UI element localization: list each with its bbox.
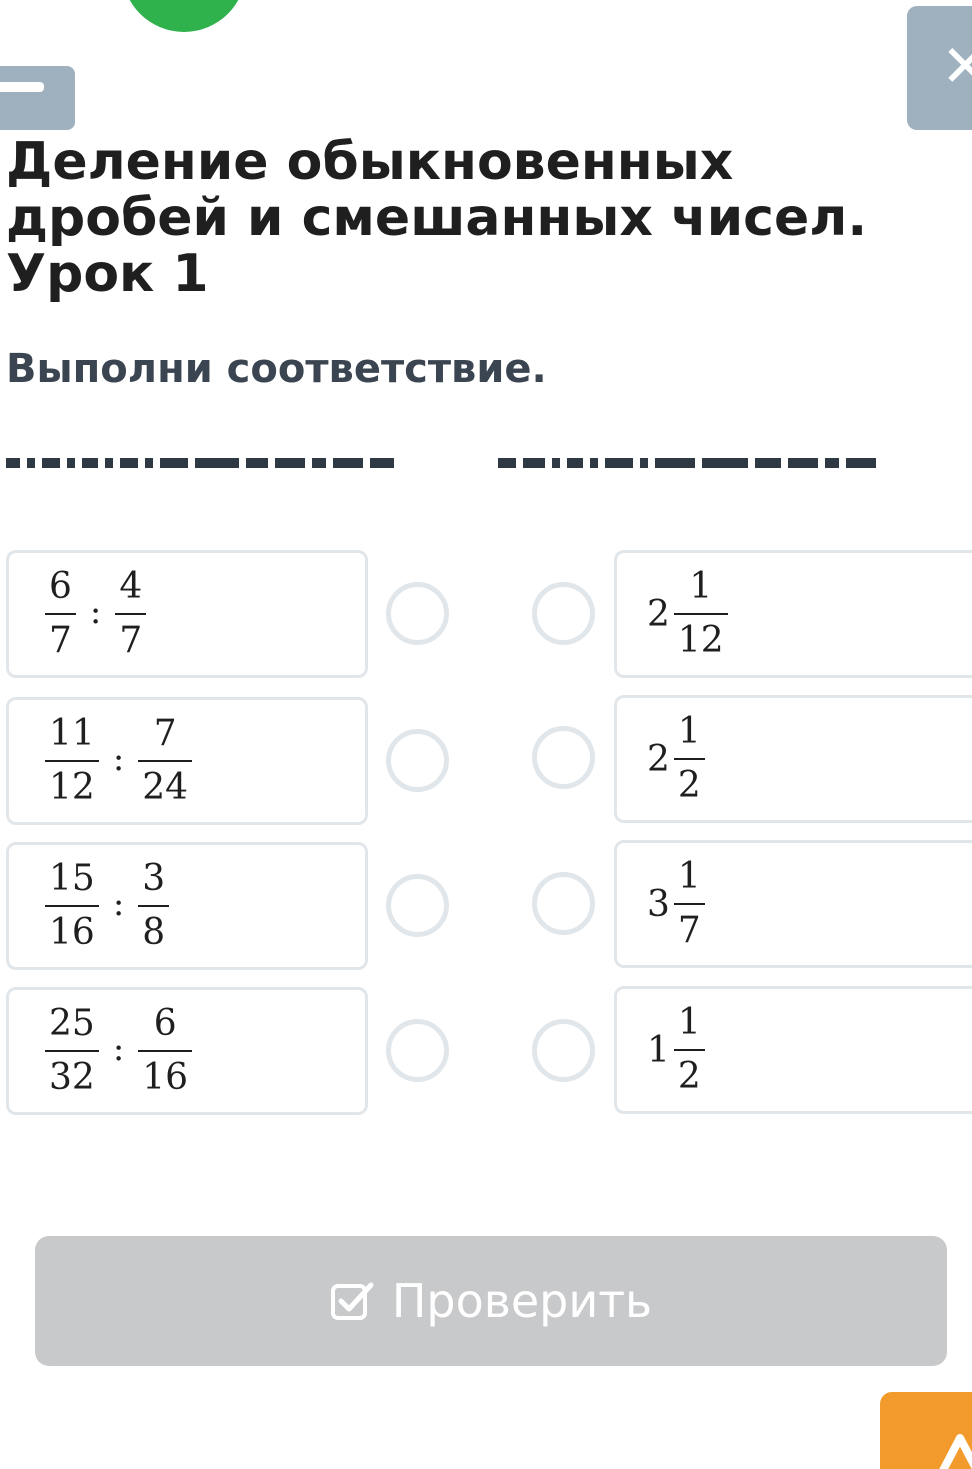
right-card-2[interactable]: 2 12 — [614, 695, 972, 823]
fraction: 11 12 — [45, 716, 99, 806]
check-button-label: Проверить — [391, 1274, 653, 1328]
fraction: 15 16 — [45, 861, 99, 951]
right-card-1[interactable]: 2 1 12 — [614, 550, 972, 678]
mixed-number: 1 12 — [647, 989, 705, 1111]
whole-part: 1 — [647, 1029, 670, 1071]
fraction: 7 24 — [138, 716, 193, 806]
left-card-2[interactable]: 11 12 : 7 24 — [6, 697, 368, 825]
whole-part: 2 — [647, 593, 670, 635]
division-sign: : — [112, 1029, 125, 1069]
left-connector-radio-4[interactable] — [386, 1019, 449, 1082]
left-card-3[interactable]: 15 16 : 38 — [6, 842, 368, 970]
right-card-3[interactable]: 3 17 — [614, 840, 972, 968]
fraction: 1 12 — [673, 569, 728, 659]
check-button[interactable]: Проверить — [35, 1236, 947, 1366]
right-connector-radio-3[interactable] — [532, 872, 595, 935]
fraction: 6 16 — [138, 1006, 193, 1096]
fraction: 67 — [45, 569, 76, 659]
division-sign: : — [89, 592, 102, 632]
left-connector-radio-3[interactable] — [386, 874, 449, 937]
right-connector-radio-1[interactable] — [532, 582, 595, 645]
menu-icon — [0, 82, 44, 92]
right-connector-radio-4[interactable] — [532, 1019, 595, 1082]
mixed-number: 2 1 12 — [647, 553, 728, 675]
menu-button[interactable] — [0, 66, 75, 130]
redacted-text-line-left — [6, 458, 466, 472]
lesson-title: Деление обыкновенных дробей и смешанных … — [6, 132, 868, 304]
right-card-4[interactable]: 1 12 — [614, 986, 972, 1114]
division-sign: : — [112, 739, 125, 779]
left-connector-radio-1[interactable] — [386, 582, 449, 645]
fraction: 17 — [673, 859, 705, 949]
division-expression: 67 : 47 — [45, 553, 147, 675]
close-icon: ✕ — [941, 32, 972, 100]
division-expression: 11 12 : 7 24 — [45, 700, 193, 822]
division-sign: : — [112, 884, 125, 924]
fraction: 47 — [115, 569, 147, 659]
green-status-circle — [122, 0, 246, 32]
task-instruction: Выполни соответствие. — [6, 346, 547, 392]
fraction: 12 — [673, 1005, 705, 1095]
assistant-button[interactable] — [880, 1392, 972, 1469]
right-connector-radio-2[interactable] — [532, 726, 595, 789]
left-card-1[interactable]: 67 : 47 — [6, 550, 368, 678]
fraction: 12 — [673, 714, 705, 804]
redacted-text-line-right — [498, 458, 972, 472]
division-expression: 15 16 : 38 — [45, 845, 170, 967]
checkbox-icon — [330, 1282, 374, 1320]
whole-part: 2 — [647, 738, 670, 780]
left-connector-radio-2[interactable] — [386, 729, 449, 792]
fraction: 38 — [138, 861, 170, 951]
division-expression: 25 32 : 6 16 — [45, 990, 193, 1112]
triangle-icon — [939, 1434, 972, 1469]
whole-part: 3 — [647, 883, 670, 925]
fraction: 25 32 — [45, 1006, 99, 1096]
close-button[interactable]: ✕ — [907, 6, 972, 130]
mixed-number: 3 17 — [647, 843, 705, 965]
mixed-number: 2 12 — [647, 698, 705, 820]
left-card-4[interactable]: 25 32 : 6 16 — [6, 987, 368, 1115]
